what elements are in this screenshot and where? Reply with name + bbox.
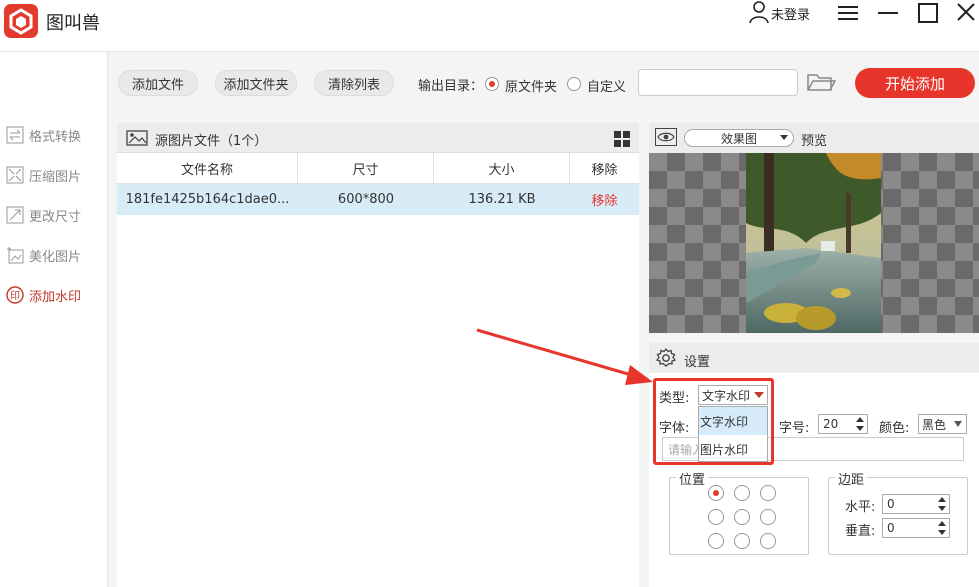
sidebar-item-label: 压缩图片 [29,169,82,185]
folder-icon[interactable] [806,70,837,94]
file-size-cell: 136.21 KB [434,184,570,215]
margin-group [828,477,968,555]
sidebar-item-label: 更改尺寸 [29,209,82,225]
image-icon [126,130,148,146]
radio-custom-label: 自定义 [587,80,627,95]
sidebar-item-label: 添加水印 [29,289,82,305]
stepper-arrows-icon[interactable] [937,496,947,512]
title-bar [0,0,979,52]
menu-icon[interactable] [836,2,860,24]
position-top-right[interactable] [760,485,776,501]
settings-title: 设置 [684,355,711,370]
add-folder-button[interactable]: 添加文件夹 [215,70,297,96]
grid-view-icon[interactable] [614,131,630,147]
dimensions-cell: 600*800 [298,184,434,215]
color-select-value: 黑色 [922,417,947,432]
position-bottom-left[interactable] [708,533,724,549]
vertical-margin-value: 0 [887,521,895,535]
column-header-name[interactable]: 文件名称 [117,153,298,184]
radio-custom-folder[interactable] [567,77,581,91]
sidebar: 格式转换 压缩图片 更改尺寸 美化图片 印 添加水印 [0,52,108,587]
sidebar-item-resize[interactable]: 更改尺寸 [6,204,81,226]
output-path-input[interactable] [638,69,798,96]
eye-icon[interactable] [655,128,677,146]
svg-text:印: 印 [10,290,20,302]
preview-label: 预览 [801,134,828,149]
resize-icon [6,206,24,224]
annotation-arrow-icon [476,328,653,385]
radio-original-folder[interactable] [485,77,499,91]
beautify-icon [6,246,24,264]
vertical-margin-stepper[interactable]: 0 [882,518,950,538]
close-icon[interactable] [954,2,978,24]
horizontal-margin-label: 水平: [845,500,876,515]
app-title: 图叫兽 [46,13,100,34]
sidebar-item-label: 格式转换 [29,129,82,145]
user-icon[interactable] [748,0,770,24]
column-header-dimensions[interactable]: 尺寸 [298,153,434,184]
stepper-arrows-icon[interactable] [937,520,947,536]
source-panel-title: 源图片文件（1个） [155,134,268,149]
minimize-icon[interactable] [876,2,900,24]
sidebar-item-watermark[interactable]: 印 添加水印 [6,284,81,306]
column-header-remove: 移除 [570,153,639,184]
vertical-margin-label: 垂直: [845,524,876,539]
position-center[interactable] [734,509,750,525]
login-status[interactable]: 未登录 [771,4,810,23]
compress-icon [6,166,24,184]
position-top-left[interactable] [708,485,724,501]
radio-original-label: 原文件夹 [505,80,558,95]
add-file-button[interactable]: 添加文件 [118,70,198,96]
watermark-icon: 印 [6,286,24,304]
sidebar-item-convert[interactable]: 格式转换 [6,124,81,146]
file-name-cell: 181fe1425b164c1dae0... [117,184,298,215]
sidebar-item-label: 美化图片 [29,249,82,265]
maximize-icon[interactable] [916,2,940,24]
convert-icon [6,126,24,144]
position-middle-right[interactable] [760,509,776,525]
chevron-down-icon [779,131,789,146]
start-button[interactable]: 开始添加 [855,68,975,98]
chevron-down-icon [953,418,963,433]
sidebar-item-compress[interactable]: 压缩图片 [6,164,81,186]
margin-title: 边距 [835,469,868,488]
position-bottom-right[interactable] [760,533,776,549]
font-size-label: 字号: [779,421,810,436]
preview-mode-value: 效果图 [720,131,757,146]
position-title: 位置 [676,469,709,488]
position-bottom-center[interactable] [734,533,750,549]
remove-link[interactable]: 移除 [570,184,639,215]
position-middle-left[interactable] [708,509,724,525]
horizontal-margin-stepper[interactable]: 0 [882,494,950,514]
stepper-arrows-icon[interactable] [855,416,865,432]
clear-list-button[interactable]: 清除列表 [314,70,394,96]
output-dir-label: 输出目录： [418,79,484,94]
column-header-size[interactable]: 大小 [434,153,570,184]
highlight-box [653,378,774,465]
position-top-center[interactable] [734,485,750,501]
color-label: 颜色: [879,421,910,436]
preview-mode-select[interactable]: 效果图 [684,129,794,147]
app-logo [4,4,38,38]
font-size-stepper[interactable]: 20 [818,414,868,434]
font-size-value: 20 [823,417,839,431]
color-select[interactable]: 黑色 [918,414,967,434]
preview-image [746,153,881,333]
horizontal-margin-value: 0 [887,497,895,511]
sidebar-item-beautify[interactable]: 美化图片 [6,244,81,266]
